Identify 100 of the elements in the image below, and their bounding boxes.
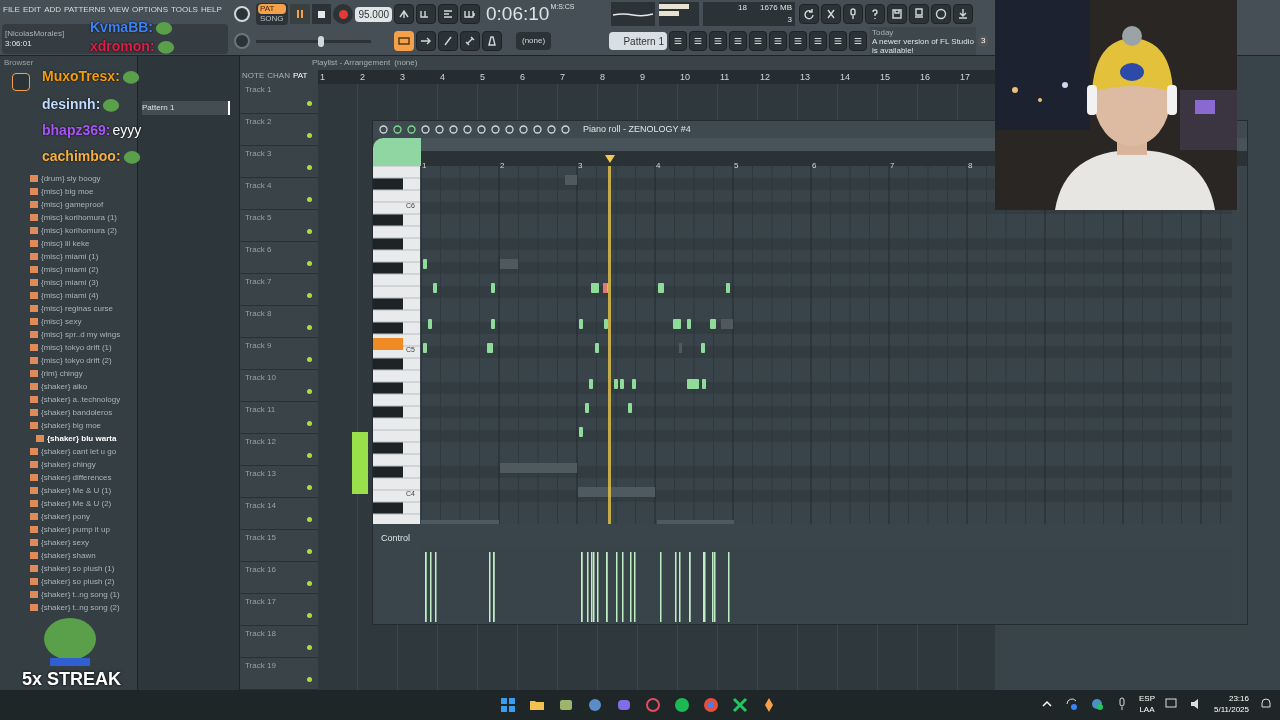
browser-item[interactable]: {misc} miami (2)	[30, 263, 137, 276]
browser-item[interactable]: {misc} korihomura (1)	[30, 211, 137, 224]
pattern-item[interactable]: Pattern 1	[142, 101, 230, 115]
menu-item[interactable]: VIEW	[108, 4, 129, 16]
browser-item[interactable]: {misc} gameproof	[30, 198, 137, 211]
browser-item[interactable]: {misc} korihomura (2)	[30, 224, 137, 237]
app-icon[interactable]	[587, 697, 603, 713]
browser-item[interactable]: {shaker} cant let u go	[30, 445, 137, 458]
browser-item[interactable]: {misc} tokyo drift (1)	[30, 341, 137, 354]
playhead-marker-icon[interactable]	[605, 155, 615, 163]
master-pitch-slider-thumb[interactable]	[318, 35, 325, 47]
browser-item[interactable]: {shaker} a..technology	[30, 393, 137, 406]
clock-time[interactable]: 23:16	[1228, 693, 1249, 704]
save-icon[interactable]	[909, 3, 929, 24]
volume-knob[interactable]	[234, 5, 250, 22]
snap-button[interactable]	[394, 31, 414, 52]
scissors-icon[interactable]	[821, 3, 841, 24]
help-icon[interactable]	[865, 3, 885, 24]
track-label[interactable]: Track 1	[245, 84, 272, 96]
pitch-knob[interactable]	[234, 33, 250, 50]
language-indicator[interactable]: ESP	[1139, 693, 1155, 704]
pattern-selector[interactable]: Pattern 1	[609, 32, 667, 50]
track-label[interactable]: Track 2	[245, 116, 272, 128]
track-label[interactable]: Track 17	[245, 596, 276, 608]
toolbar-icon[interactable]	[460, 3, 480, 24]
save-icon[interactable]	[887, 3, 907, 24]
track-label[interactable]: Track 14	[245, 500, 276, 512]
toolbar-icon[interactable]	[416, 3, 436, 24]
track-label[interactable]: Track 15	[245, 532, 276, 544]
menu-item[interactable]: EDIT	[22, 4, 42, 16]
browser-item[interactable]: {shaker} shawn	[30, 549, 137, 562]
track-label[interactable]: Track 3	[245, 148, 272, 160]
browser-item[interactable]: {shaker} sexy	[30, 536, 137, 549]
play-pause-button[interactable]	[289, 4, 310, 24]
app-icon[interactable]	[645, 697, 661, 713]
menu-item[interactable]: PATTERNS	[64, 4, 106, 16]
browser-item[interactable]: {shaker} t..ng song (1)	[30, 588, 137, 601]
stop-button[interactable]	[311, 4, 332, 24]
toolbar-icon[interactable]	[394, 3, 414, 24]
music-app-icon[interactable]	[674, 697, 690, 713]
browser-item[interactable]: {misc} spr..d my wings	[30, 328, 137, 341]
menu-item[interactable]: TOOLS	[171, 4, 198, 16]
app-icon[interactable]	[558, 697, 574, 713]
app-icon[interactable]	[732, 697, 748, 713]
note-grid-drawing[interactable]	[421, 166, 1232, 524]
browser-item[interactable]: {misc} lil keke	[30, 237, 137, 250]
clock-date[interactable]: 5/11/2025	[1214, 704, 1249, 715]
breadcrumb[interactable]: (none)	[394, 57, 418, 69]
browser-item[interactable]: {misc} reginas curse	[30, 302, 137, 315]
sync-icon[interactable]	[1064, 696, 1080, 712]
track-label[interactable]: Track 6	[245, 244, 272, 256]
refresh-icon[interactable]	[799, 3, 819, 24]
browser-item[interactable]: {shaker} pony	[30, 510, 137, 523]
track-mode-tab[interactable]: CHAN	[267, 71, 290, 81]
track-label[interactable]: Track 9	[245, 340, 272, 352]
app-icon[interactable]	[616, 697, 632, 713]
track-label[interactable]: Track 5	[245, 212, 272, 224]
track-label[interactable]: Track 16	[245, 564, 276, 576]
browser-item[interactable]: {shaker} chingy	[30, 458, 137, 471]
arrangement-selector[interactable]: (none)	[516, 32, 552, 51]
browser-item[interactable]: {shaker} so plush (1)	[30, 562, 137, 575]
menu-item[interactable]: HELP	[200, 4, 222, 16]
browser-item[interactable]: {shaker} blu warta	[30, 432, 137, 445]
browser-item[interactable]: {shaker} differences	[30, 471, 137, 484]
menu-item[interactable]: ADD	[44, 4, 62, 16]
region-indicator[interactable]: LAA	[1139, 704, 1155, 715]
browser-item[interactable]: {shaker} so plush (2)	[30, 575, 137, 588]
track-label[interactable]: Track 11	[245, 404, 276, 416]
toolbar-icon[interactable]	[438, 3, 458, 24]
browser-item[interactable]: {rim} chingy	[30, 367, 137, 380]
browser-item[interactable]: {misc} sexy	[30, 315, 137, 328]
browser-item[interactable]: {shaker} aiko	[30, 380, 137, 393]
menu-item[interactable]: FILE	[3, 4, 20, 16]
track-label[interactable]: Track 19	[245, 660, 276, 672]
track-label[interactable]: Track 18	[245, 628, 276, 640]
download-icon[interactable]	[953, 3, 973, 24]
mode-toggle[interactable]: PAT	[258, 4, 286, 14]
wave-tab-icon[interactable]	[12, 73, 30, 91]
start-icon[interactable]	[500, 697, 516, 713]
tempo-field[interactable]: 95.000	[355, 6, 392, 22]
track-label[interactable]: Track 7	[245, 276, 272, 288]
browser-item[interactable]: {shaker} Me & U (1)	[30, 484, 137, 497]
browser-item[interactable]: {shaker} Me & U (2)	[30, 497, 137, 510]
browser-item[interactable]: {drum} sly boogy	[30, 172, 137, 185]
link-icon[interactable]	[460, 31, 480, 52]
browser-item[interactable]: {misc} miami (1)	[30, 250, 137, 263]
control-label[interactable]: Control	[381, 532, 410, 546]
browser-item[interactable]: {misc} tokyo drift (2)	[30, 354, 137, 367]
browser-item[interactable]: {misc} miami (4)	[30, 289, 137, 302]
browser-item[interactable]: {shaker} pump it up	[30, 523, 137, 536]
track-label[interactable]: Track 13	[245, 468, 276, 480]
browser-item[interactable]: {shaker} bandoleros	[30, 406, 137, 419]
track-label[interactable]: Track 8	[245, 308, 272, 320]
track-label[interactable]: Track 10	[245, 372, 276, 384]
browser-item[interactable]: {shaker} big moe	[30, 419, 137, 432]
browser-item[interactable]: {misc} big moe	[30, 185, 137, 198]
menu-item[interactable]: OPTIONS	[131, 4, 168, 16]
browser-item[interactable]: {misc} miami (3)	[30, 276, 137, 289]
track-label[interactable]: Track 4	[245, 180, 272, 192]
metronome-icon[interactable]	[482, 31, 502, 52]
